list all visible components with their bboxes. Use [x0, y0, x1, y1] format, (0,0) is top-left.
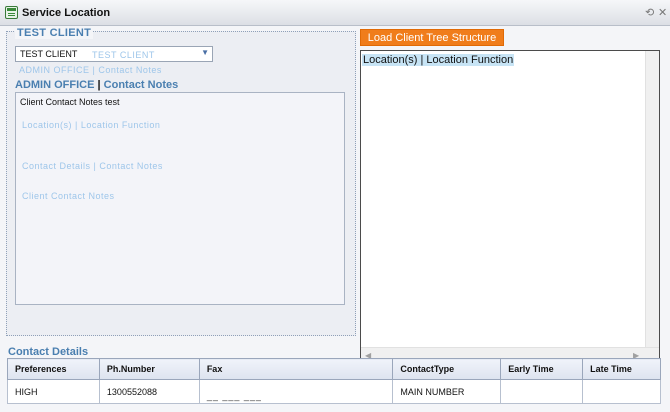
chevron-down-icon[interactable]: ▼ — [201, 48, 209, 57]
ghost-text-4: Contact Details | Contact Notes — [22, 161, 163, 171]
office-header: ADMIN OFFICE | Contact Notes — [15, 79, 178, 91]
column-header-fax[interactable]: Fax — [198, 358, 394, 380]
contact-details-table: Preferences Ph.Number Fax ContactType Ea… — [7, 358, 661, 404]
column-header-phone[interactable]: Ph.Number — [98, 358, 200, 380]
window-title: Service Location — [22, 7, 111, 19]
contact-notes-label: Contact Notes — [103, 79, 179, 91]
cell-late-time — [582, 379, 661, 404]
contact-details-title: Contact Details — [8, 346, 89, 358]
ghost-text-5: Client Contact Notes — [22, 191, 115, 201]
client-panel: TEST CLIENT TEST CLIENT ▼ TEST CLIENT AD… — [6, 27, 356, 336]
contact-notes-textarea[interactable]: Client Contact Notes test Location(s) | … — [15, 92, 345, 305]
grid-window-icon — [5, 6, 18, 19]
client-dropdown-value: TEST CLIENT — [20, 49, 78, 59]
column-header-contact-type[interactable]: ContactType — [392, 358, 502, 380]
window-titlebar: Service Location ⟲ ✕ — [0, 0, 670, 26]
tree-header: Location(s) | Location Function — [362, 54, 515, 66]
column-header-early-time[interactable]: Early Time — [500, 358, 584, 380]
column-header-preferences[interactable]: Preferences — [7, 358, 100, 380]
ghost-text-3: Location(s) | Location Function — [22, 120, 161, 130]
close-icon[interactable]: ✕ — [658, 6, 667, 19]
cell-phone: 1300552088 — [98, 379, 200, 404]
table-header-row: Preferences Ph.Number Fax ContactType Ea… — [7, 358, 661, 380]
vertical-scrollbar[interactable] — [645, 51, 659, 347]
ghost-text-2: ADMIN OFFICE | Contact Notes — [19, 65, 162, 75]
fax-mask: __ ___ ___ — [206, 390, 262, 401]
column-header-late-time[interactable]: Late Time — [582, 358, 661, 380]
contact-notes-text: Client Contact Notes test — [20, 97, 120, 107]
office-label: ADMIN OFFICE — [15, 79, 95, 91]
window-content: TEST CLIENT TEST CLIENT ▼ TEST CLIENT AD… — [0, 26, 670, 412]
client-legend: TEST CLIENT — [15, 27, 94, 39]
load-tree-button[interactable]: Load Client Tree Structure — [360, 29, 504, 46]
cell-contact-type: MAIN NUMBER — [392, 379, 502, 404]
location-tree-panel[interactable]: Location(s) | Location Function ◀ ▶ — [360, 50, 660, 364]
ghost-text-1: TEST CLIENT — [92, 50, 155, 60]
cell-preferences: HIGH — [7, 379, 100, 404]
cell-early-time — [500, 379, 584, 404]
table-row[interactable]: HIGH 1300552088 __ ___ ___ MAIN NUMBER — [7, 379, 661, 404]
refresh-icon[interactable]: ⟲ — [645, 6, 654, 19]
office-separator: | — [97, 79, 101, 91]
cell-fax: __ ___ ___ — [198, 379, 394, 404]
